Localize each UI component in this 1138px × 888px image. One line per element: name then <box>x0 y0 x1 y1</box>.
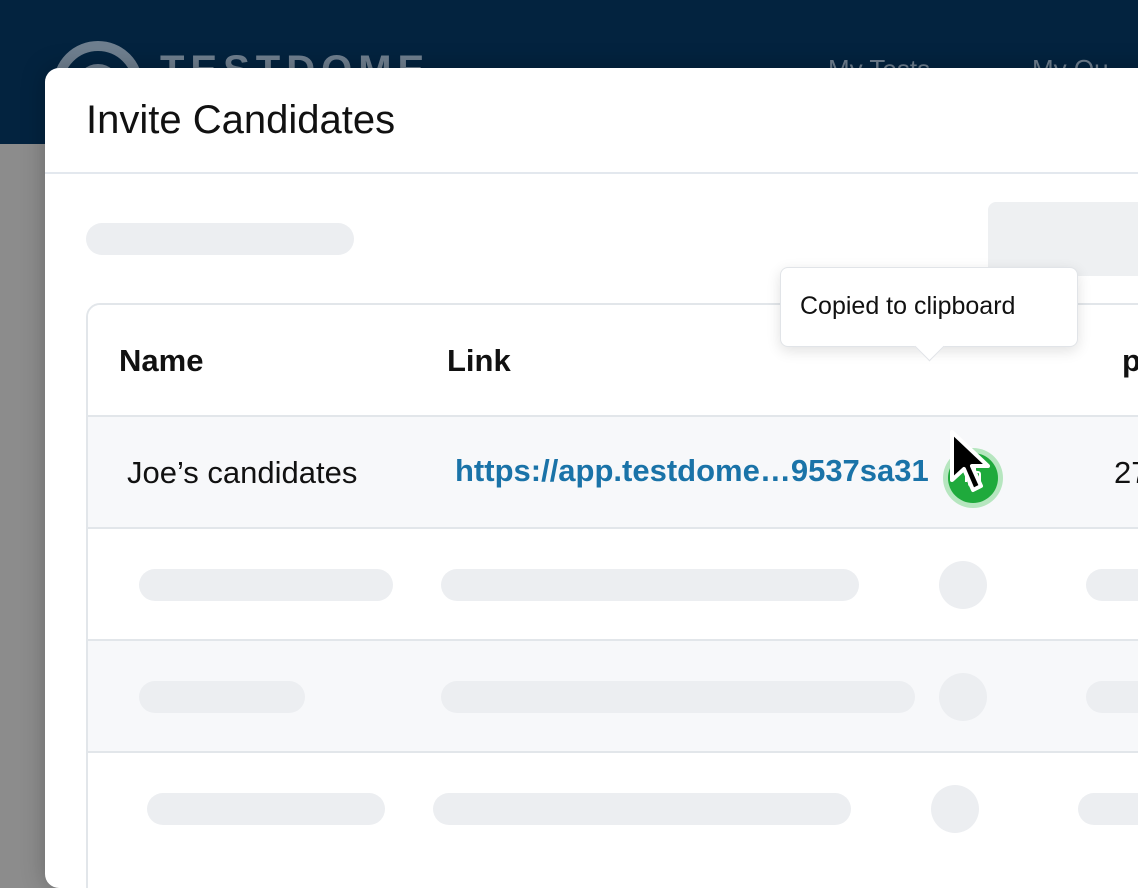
modal-title: Invite Candidates <box>86 98 396 142</box>
column-header-partial: p <box>1122 343 1138 379</box>
invitations-table: Name Link p Joe’s candidates https://app… <box>86 303 1138 888</box>
modal-header: Invite Candidates <box>45 68 1138 174</box>
table-row-placeholder <box>88 753 1138 863</box>
text-placeholder <box>139 569 393 601</box>
invitation-link[interactable]: https://app.testdome…9537sa31 <box>455 453 929 489</box>
row-name: Joe’s candidates <box>127 455 358 490</box>
text-placeholder <box>441 681 915 713</box>
icon-placeholder <box>939 673 987 721</box>
text-placeholder <box>1078 793 1138 825</box>
icon-placeholder <box>931 785 979 833</box>
copied-tooltip: Copied to clipboard <box>780 267 1078 362</box>
text-placeholder <box>1086 681 1138 713</box>
button-placeholder <box>988 202 1138 276</box>
text-placeholder <box>433 793 851 825</box>
loading-placeholder <box>86 223 354 255</box>
tooltip-text: Copied to clipboard <box>800 292 1016 320</box>
table-row-placeholder <box>88 529 1138 641</box>
icon-placeholder <box>939 561 987 609</box>
column-header-link: Link <box>447 343 511 378</box>
table-row-placeholder <box>88 641 1138 753</box>
row-extra-value: 27 <box>1114 455 1138 490</box>
text-placeholder <box>139 681 305 713</box>
column-header-name: Name <box>119 343 204 378</box>
text-placeholder <box>441 569 859 601</box>
text-placeholder <box>1086 569 1138 601</box>
mouse-pointer-icon <box>950 430 990 492</box>
text-placeholder <box>147 793 385 825</box>
